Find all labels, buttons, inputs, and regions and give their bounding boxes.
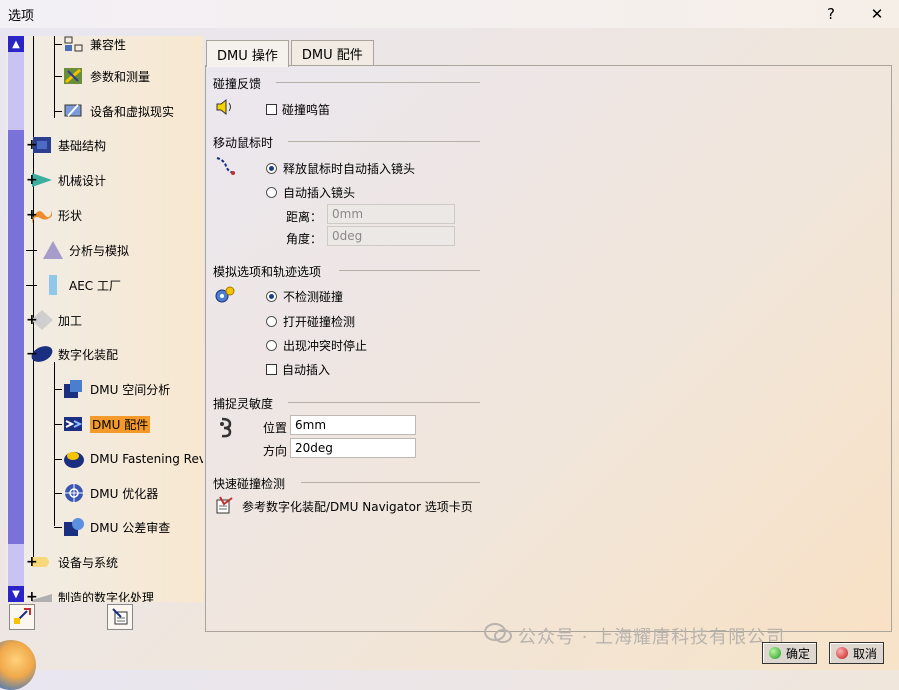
tree-item-devices-vr[interactable]: 设备和虚拟现实 xyxy=(54,98,174,124)
tree-item-parameters-measure[interactable]: 参数和测量 xyxy=(54,63,150,89)
tree-item-compatibility[interactable]: 兼容性 xyxy=(54,36,126,57)
tree-item-machining[interactable]: + 加工 xyxy=(26,307,82,333)
snap-icon xyxy=(216,416,238,438)
dmu-space-analysis-icon xyxy=(62,378,86,400)
stop-on-clash-radio[interactable]: 出现冲突时停止 xyxy=(266,337,367,354)
tree-item-shape[interactable]: + 形状 xyxy=(26,202,82,228)
devices-vr-icon xyxy=(62,100,86,122)
options-panel: 碰撞反馈 碰撞鸣笛 移动鼠标时 释放鼠标时自动插入镜头 自动插入镜头 距离： 0… xyxy=(205,65,892,632)
quick-clash-reference-text: 参考数字化装配/DMU Navigator 选项卡页 xyxy=(242,500,473,514)
tree-scrollbar[interactable]: ▲ ▼ xyxy=(8,36,24,602)
checkbox-box[interactable] xyxy=(266,104,277,115)
mouse-move-icon xyxy=(214,154,236,176)
tree-item-mechanical-design[interactable]: + 机械设计 xyxy=(26,167,106,193)
quick-clash-icon xyxy=(214,494,236,516)
analysis-simulation-icon xyxy=(41,239,65,261)
cancel-button[interactable]: 取消 xyxy=(829,642,885,664)
title-bar: 选项 ? ✕ xyxy=(0,0,899,28)
checkbox-box[interactable] xyxy=(266,364,277,375)
group-divider xyxy=(288,402,480,403)
snap-sensitivity-title: 捕捉灵敏度 xyxy=(213,397,274,411)
expand-toggle[interactable]: + xyxy=(26,208,38,222)
dmu-fitting-icon xyxy=(62,413,86,435)
radio-button[interactable] xyxy=(266,291,277,302)
dmu-fastening-icon xyxy=(62,448,86,470)
simulation-title: 模拟选项和轨迹选项 xyxy=(213,265,322,279)
tree-item-infrastructure[interactable]: + 基础结构 xyxy=(26,132,106,158)
tree-tool-icon xyxy=(12,606,32,629)
clash-detection-on-radio[interactable]: 打开碰撞检测 xyxy=(266,313,355,330)
radio-button[interactable] xyxy=(266,340,277,351)
parameters-measure-icon xyxy=(62,65,86,87)
collision-feedback-title: 碰撞反馈 xyxy=(213,77,262,91)
tree-tool-button[interactable] xyxy=(9,604,35,630)
collapse-toggle[interactable]: − xyxy=(26,347,38,361)
expand-toggle[interactable]: + xyxy=(26,173,38,187)
dmu-tolerancing-icon xyxy=(62,516,86,538)
scroll-down-arrow-icon[interactable]: ▼ xyxy=(8,586,24,602)
expand-toggle[interactable]: + xyxy=(26,590,38,603)
tree-item-dmu-fitting[interactable]: DMU 配件 xyxy=(54,411,151,437)
tree-connector xyxy=(33,36,34,566)
watermark: 公众号 · 上海耀唐科技有限公司 xyxy=(484,622,785,649)
tree-item-dmu-fastening[interactable]: DMU Fastening Revie xyxy=(54,446,203,472)
tree-item-aec-plant[interactable]: AEC 工厂 xyxy=(26,272,121,298)
group-divider xyxy=(301,482,480,483)
tab-bar: DMU 操作 DMU 配件 xyxy=(206,40,376,67)
tree-item-digital-mockup[interactable]: − 数字化装配 xyxy=(26,341,118,367)
radio-button[interactable] xyxy=(266,163,277,174)
group-divider xyxy=(276,82,480,83)
angle-label: 角度： xyxy=(286,232,323,246)
position-field[interactable]: 6mm xyxy=(290,415,416,435)
options-tree: 兼容性 参数和测量 设备和虚拟现实 + 基础结构 + 机械设计 + 形状 分析与… xyxy=(6,36,203,602)
speaker-icon xyxy=(214,96,236,118)
expand-toggle[interactable]: + xyxy=(26,313,38,327)
help-button[interactable]: ? xyxy=(808,0,854,28)
move-mouse-title: 移动鼠标时 xyxy=(213,136,274,150)
direction-label: 方向 xyxy=(263,444,288,458)
tree-item-dmu-tolerancing[interactable]: DMU 公差审查 xyxy=(54,514,170,540)
tree-options-icon xyxy=(110,606,130,629)
radio-button[interactable] xyxy=(266,187,277,198)
collision-beep-checkbox[interactable]: 碰撞鸣笛 xyxy=(266,101,330,118)
tree-item-dmu-space-analysis[interactable]: DMU 空间分析 xyxy=(54,376,170,402)
auto-insert-on-release-radio[interactable]: 释放鼠标时自动插入镜头 xyxy=(266,160,415,177)
scroll-thumb[interactable] xyxy=(8,130,24,544)
position-label: 位置 xyxy=(263,421,288,435)
app-logo-icon xyxy=(0,640,36,690)
tree-options-button[interactable] xyxy=(107,604,133,630)
distance-field[interactable]: 0mm xyxy=(327,204,455,224)
auto-insert-camera-radio[interactable]: 自动插入镜头 xyxy=(266,184,355,201)
distance-label: 距离： xyxy=(286,210,323,224)
red-dot-icon xyxy=(836,647,848,659)
group-divider xyxy=(339,270,480,271)
close-button[interactable]: ✕ xyxy=(854,0,899,28)
quick-clash-title: 快速碰撞检测 xyxy=(213,477,286,491)
tab-dmu-manipulation[interactable]: DMU 操作 xyxy=(206,40,289,67)
radio-button[interactable] xyxy=(266,316,277,327)
expand-toggle[interactable]: + xyxy=(26,138,38,152)
gears-icon xyxy=(214,284,236,306)
dmu-optimizer-icon xyxy=(62,482,86,504)
tab-dmu-fitting[interactable]: DMU 配件 xyxy=(290,40,374,66)
tree-item-equipment-systems[interactable]: + 设备与系统 xyxy=(26,549,118,575)
aec-plant-icon xyxy=(41,274,65,296)
wechat-icon xyxy=(484,622,512,649)
tree-item-analysis-simulation[interactable]: 分析与模拟 xyxy=(26,237,129,263)
angle-field[interactable]: 0deg xyxy=(327,226,455,246)
direction-field[interactable]: 20deg xyxy=(290,438,416,458)
group-divider xyxy=(288,141,480,142)
scroll-up-arrow-icon[interactable]: ▲ xyxy=(8,36,24,52)
no-clash-detection-radio[interactable]: 不检测碰撞 xyxy=(266,288,343,305)
expand-toggle[interactable]: + xyxy=(26,555,38,569)
tree-item-digital-manufacturing[interactable]: + 制造的数字化处理 xyxy=(26,584,154,602)
compatibility-icon xyxy=(62,36,86,55)
auto-insert-checkbox[interactable]: 自动插入 xyxy=(266,361,330,378)
tree-item-dmu-optimizer[interactable]: DMU 优化器 xyxy=(54,480,158,506)
ok-button[interactable]: 确定 xyxy=(762,642,818,664)
green-dot-icon xyxy=(769,647,781,659)
window-title: 选项 xyxy=(8,8,35,24)
